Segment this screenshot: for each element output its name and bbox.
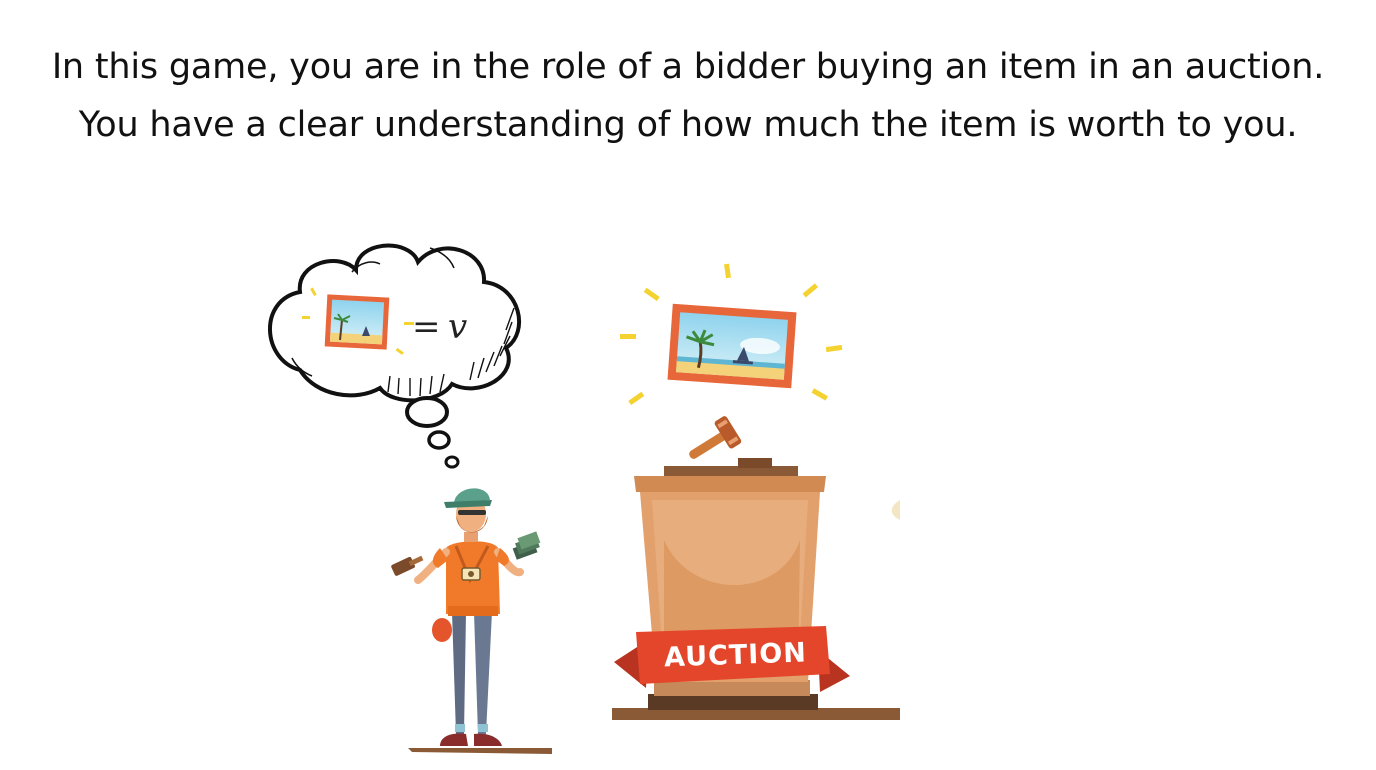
value-variable: v <box>448 307 467 347</box>
bidder-figure <box>391 488 552 754</box>
auction-illustration: = v AUCTION <box>268 243 900 754</box>
equals-sign: = <box>412 307 441 347</box>
auction-banner-label: AUCTION <box>664 637 808 673</box>
podium-icon: AUCTION <box>612 458 900 720</box>
painting-icon <box>324 294 390 350</box>
gavel-icon <box>689 416 742 459</box>
partial-shape <box>891 500 900 520</box>
painting-icon <box>667 303 797 389</box>
thought-bubble-icon <box>268 243 522 469</box>
